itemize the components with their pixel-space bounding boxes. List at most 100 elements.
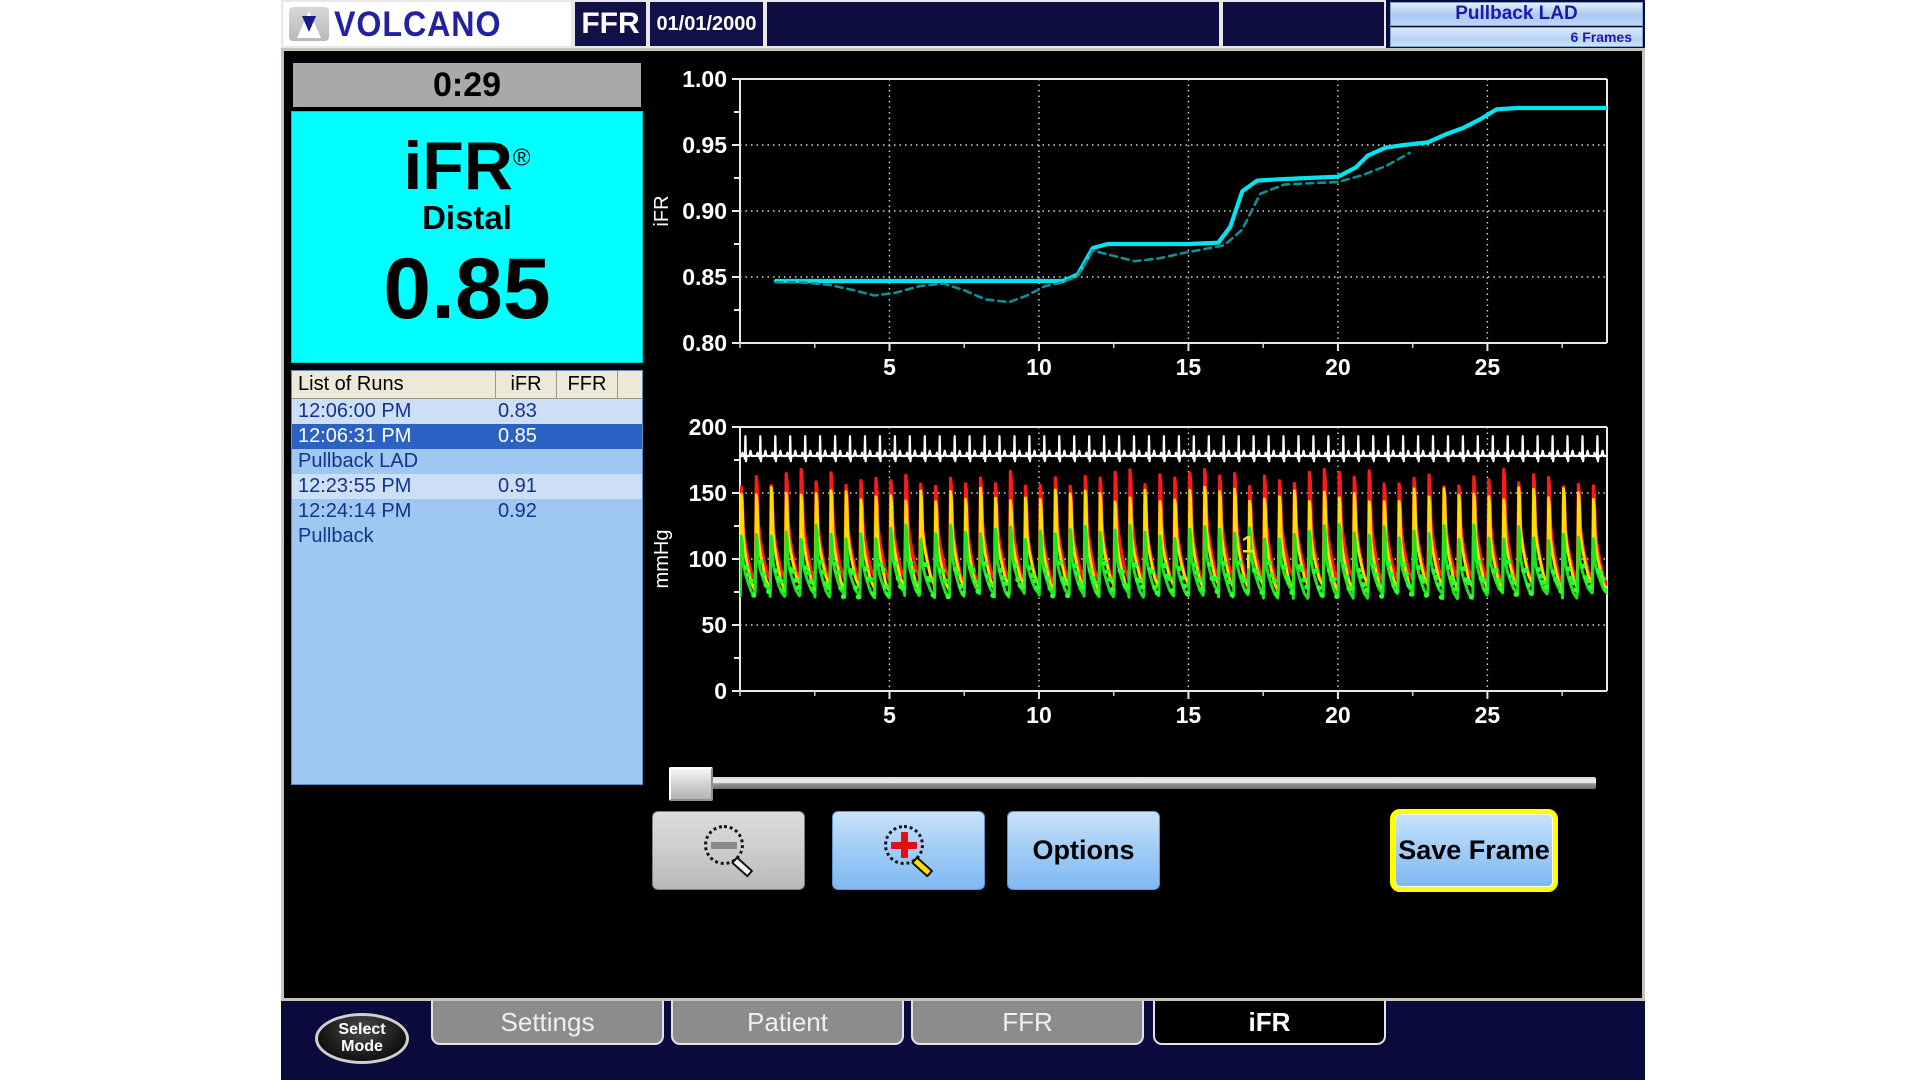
runs-table-body: 12:06:00 PM 0.83 12:06:31 PM 0.85 Pullback L…: [292, 399, 642, 549]
run-label: Pullback LAD: [298, 450, 419, 472]
run-ifr-value: 0.92: [498, 500, 537, 522]
pd-sample-marker: [751, 592, 757, 598]
pd-sample-marker: [1065, 592, 1071, 599]
pd-sample-marker: [1361, 582, 1367, 588]
pd-sample-marker: [1480, 577, 1487, 583]
pd-sample-marker: [1416, 565, 1422, 571]
ifr-location: Distal: [422, 198, 512, 236]
pd-sample-marker: [1152, 584, 1158, 591]
pd-sample-marker: [1062, 580, 1068, 586]
pd-sample-marker: [1573, 587, 1579, 593]
pd-sample-marker: [1181, 583, 1188, 589]
pd-sample-marker: [1386, 560, 1392, 567]
header-patient-field: [765, 0, 1221, 48]
runs-table-row[interactable]: Pullback LAD: [292, 449, 642, 474]
pd-sample-marker: [1433, 574, 1439, 581]
pd-sample-marker: [1042, 566, 1048, 572]
app-header: VOLCANO FFR 01/01/2000 Pullback LAD 6 Fr…: [281, 0, 1645, 48]
pd-sample-marker: [1331, 576, 1337, 582]
pressure-waveform-chart[interactable]: 0 50 100 150 200 5 10 15 20 25 mmHg 1: [652, 409, 1637, 739]
tab-ffr[interactable]: FFR: [911, 1001, 1144, 1045]
tab-patient[interactable]: Patient: [671, 1001, 904, 1045]
pd-sample-marker: [1169, 588, 1175, 594]
tab-ifr[interactable]: iFR: [1153, 1001, 1386, 1045]
pd-sample-marker: [1495, 577, 1502, 584]
pd-sample-marker: [1236, 560, 1243, 566]
runs-col-spacer: [618, 371, 642, 398]
select-mode-button[interactable]: Select Mode: [315, 1013, 409, 1064]
pd-sample-marker: [1301, 577, 1307, 583]
pd-sample-marker: [1319, 592, 1325, 598]
pd-sample-marker: [1107, 576, 1113, 582]
pd-sample-marker: [1149, 569, 1155, 575]
runs-table-row[interactable]: Pullback: [292, 524, 642, 549]
svg-text:150: 150: [689, 480, 727, 506]
pd-sample-marker: [957, 583, 963, 590]
pressure-waveform-chart-svg: 0 50 100 150 200 5 10 15 20 25 mmHg 1: [652, 409, 1637, 739]
pd-sample-marker: [1074, 570, 1081, 576]
pd-sample-marker: [1005, 591, 1011, 597]
pd-sample-marker: [1092, 579, 1098, 585]
pd-sample-marker: [1179, 575, 1185, 581]
pd-sample-marker: [927, 577, 934, 583]
pd-sample-marker: [930, 592, 936, 598]
pd-sample-marker: [923, 561, 929, 568]
svg-text:mmHg: mmHg: [652, 530, 673, 589]
tab-settings[interactable]: Settings: [431, 1001, 664, 1045]
pd-sample-marker: [1436, 582, 1442, 588]
pd-sample-marker: [1465, 580, 1472, 586]
pd-sample-marker: [1510, 579, 1517, 585]
svg-text:20: 20: [1325, 702, 1351, 728]
date-display: 01/01/2000: [648, 0, 765, 48]
registered-mark: ®: [512, 144, 531, 172]
pd-sample-marker: [1012, 562, 1018, 568]
timeline-thumb[interactable]: [669, 767, 713, 801]
run-label: 12:06:31 PM: [298, 425, 412, 447]
options-button[interactable]: Options: [1007, 811, 1160, 890]
timeline-scrollbar[interactable]: [652, 763, 1637, 803]
select-mode-line1: Select: [338, 1020, 386, 1038]
svg-text:5: 5: [883, 354, 896, 380]
pd-sample-marker: [1403, 571, 1409, 577]
save-frame-button[interactable]: Save Frame: [1390, 809, 1558, 892]
pullback-panel[interactable]: Pullback LAD 6 Frames: [1386, 0, 1645, 48]
pd-sample-marker: [893, 560, 899, 566]
zoom-out-button[interactable]: [652, 811, 805, 890]
pd-sample-marker: [1080, 584, 1086, 590]
header-status-field: [1221, 0, 1386, 48]
svg-text:0: 0: [714, 678, 727, 704]
pd-sample-marker: [1211, 576, 1218, 582]
pd-sample-marker: [761, 571, 767, 577]
pd-sample-marker: [1540, 579, 1546, 585]
ifr-pullback-chart[interactable]: 0.80 0.85 0.90 0.95 1.00 5 10 15 20 25 iFR: [652, 61, 1637, 391]
svg-text:10: 10: [1026, 702, 1052, 728]
runs-table-row[interactable]: 12:23:55 PM 0.91: [292, 474, 642, 499]
brand-name: VOLCANO: [334, 4, 502, 44]
runs-table-row[interactable]: 12:24:14 PM 0.92: [292, 499, 642, 524]
pd-sample-marker: [1259, 589, 1265, 596]
pd-sample-marker: [960, 590, 966, 597]
pd-sample-marker: [1214, 588, 1220, 594]
pd-sample-marker: [1448, 575, 1454, 581]
pd-sample-marker: [1600, 576, 1606, 582]
svg-text:iFR: iFR: [652, 195, 673, 226]
ifr-name: iFR: [403, 128, 513, 204]
pd-sample-marker: [1358, 573, 1365, 579]
pd-sample-marker: [1222, 560, 1228, 566]
pd-sample-marker: [1580, 563, 1586, 569]
pd-sample-marker: [878, 562, 884, 568]
svg-text:0.80: 0.80: [682, 330, 727, 356]
pd-sample-marker: [1391, 582, 1397, 588]
bottom-tab-bar: Select Mode Settings Patient FFR iFR: [281, 1001, 1645, 1080]
pd-sample-marker: [773, 568, 779, 574]
runs-table-row[interactable]: 12:06:00 PM 0.83: [292, 399, 642, 424]
run-label: 12:23:55 PM: [298, 475, 412, 497]
runs-table-row[interactable]: 12:06:31 PM 0.85: [292, 424, 642, 449]
pd-sample-marker: [1570, 580, 1576, 586]
svg-text:0.85: 0.85: [682, 264, 727, 290]
pd-sample-marker: [885, 591, 891, 598]
runs-list-panel[interactable]: List of Runs iFR FFR 12:06:00 PM 0.83 12:0…: [291, 370, 643, 785]
zoom-in-button[interactable]: [832, 811, 985, 890]
pd-sample-marker: [1154, 590, 1160, 596]
timeline-track[interactable]: [676, 777, 1596, 789]
